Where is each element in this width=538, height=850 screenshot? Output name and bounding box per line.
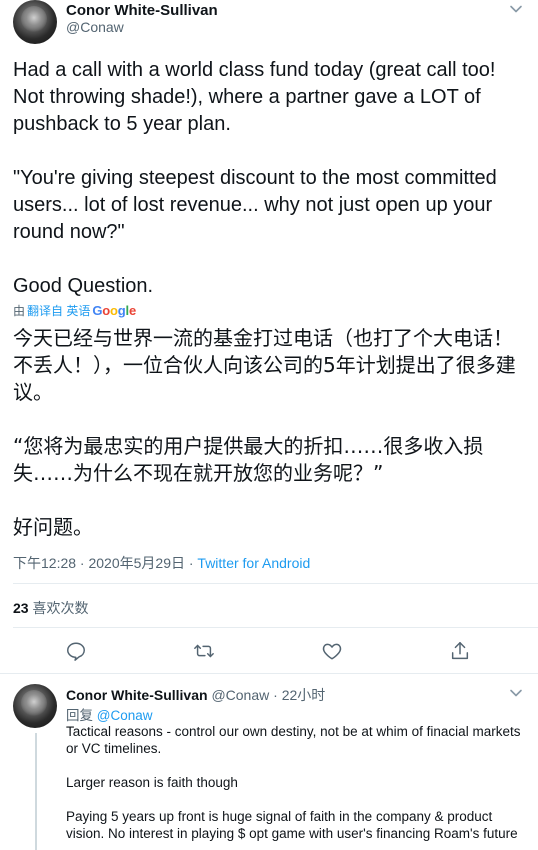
- like-icon[interactable]: [321, 640, 343, 662]
- reply-paragraph: Tactical reasons - control our own desti…: [66, 724, 525, 756]
- translation-paragraph: 好问题。: [13, 515, 93, 539]
- reply-icon[interactable]: [65, 640, 87, 662]
- divider: [0, 673, 538, 674]
- author-handle[interactable]: @Conaw: [66, 19, 124, 35]
- tweet-paragraph: Good Question.: [13, 275, 154, 297]
- reply-author-name-text[interactable]: Conor White-Sullivan: [66, 687, 208, 703]
- like-count: 23: [13, 600, 29, 616]
- reply-author-handle[interactable]: @Conaw: [211, 687, 269, 703]
- tweet-text: Had a call with a world class fund today…: [13, 57, 528, 300]
- reply-author-name: Conor White-Sullivan @Conaw · 22小时: [66, 685, 325, 705]
- like-count-row[interactable]: 23 喜欢次数: [13, 598, 88, 618]
- translation-paragraph: “您将为最忠实的用户提供最大的折扣……很多收入损失……为什么不现在就开放您的业务…: [13, 434, 484, 485]
- translate-prefix: 由: [13, 304, 26, 318]
- tweet-paragraph: Had a call with a world class fund today…: [13, 59, 502, 135]
- client-link[interactable]: Twitter for Android: [197, 555, 310, 571]
- translation-text: 今天已经与世界一流的基金打过电话（也打了个大电话！不丢人！），一位合伙人向该公司…: [13, 325, 528, 541]
- translate-link[interactable]: 翻译自 英语: [27, 302, 90, 319]
- tweet-meta: 下午12:28 · 2020年5月29日 · Twitter for Andro…: [13, 553, 310, 573]
- reply-to: 回复 @Conaw: [66, 704, 153, 724]
- reply-to-handle[interactable]: @Conaw: [97, 708, 153, 723]
- retweet-icon[interactable]: [193, 640, 215, 662]
- translation-paragraph: 今天已经与世界一流的基金打过电话（也打了个大电话！不丢人！），一位合伙人向该公司…: [13, 326, 516, 404]
- divider: [13, 583, 538, 584]
- action-bar: [0, 640, 538, 664]
- reply-paragraph: Larger reason is faith though: [66, 775, 238, 790]
- timestamp[interactable]: 下午12:28 · 2020年5月29日 ·: [13, 555, 197, 571]
- divider: [13, 627, 538, 628]
- reply-text: Tactical reasons - control our own desti…: [66, 723, 526, 842]
- share-icon[interactable]: [449, 640, 471, 662]
- reply-avatar[interactable]: [13, 684, 57, 728]
- reply-to-prefix: 回复: [66, 708, 97, 723]
- google-logo: Google: [92, 303, 136, 318]
- translate-attribution: 由 翻译自 英语 Google: [13, 302, 136, 319]
- like-label: 喜欢次数: [28, 600, 89, 616]
- author-name[interactable]: Conor White-Sullivan: [66, 2, 218, 19]
- thread-line: [35, 733, 37, 850]
- reply-time[interactable]: · 22小时: [273, 687, 325, 703]
- chevron-down-icon[interactable]: [509, 2, 523, 16]
- reply-paragraph: Paying 5 years up front is huge signal o…: [66, 809, 518, 841]
- chevron-down-icon[interactable]: [509, 686, 523, 700]
- tweet-paragraph: "You're giving steepest discount to the …: [13, 167, 503, 243]
- avatar[interactable]: [13, 0, 57, 44]
